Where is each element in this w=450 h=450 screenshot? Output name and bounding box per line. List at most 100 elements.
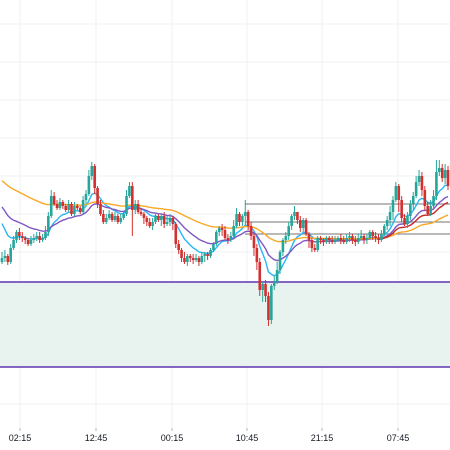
candle [275,262,279,284]
candle [325,236,328,244]
candle-body [232,226,235,236]
candle-body [159,216,163,220]
candle-body [128,186,131,196]
candle-body [391,200,395,212]
candle-body [325,238,328,242]
candle-body [249,226,253,236]
candle-body [3,256,7,258]
candle-body [409,204,412,216]
price-levels [245,203,450,235]
candle [15,230,18,243]
candle [270,284,273,324]
candle-body [64,206,68,210]
candle-body [426,206,430,214]
candle [159,214,163,226]
candle-body [365,238,369,240]
candle-body [9,248,12,262]
candle-body [339,238,343,240]
candle-body [281,240,285,252]
candle [197,256,201,266]
candle [290,214,293,230]
candle [67,200,70,212]
candle [409,200,412,220]
candle-body [49,196,53,216]
candle-body [15,232,18,240]
candle-body [58,202,62,208]
candle-body [432,196,435,206]
candle-body [188,256,192,258]
candle [235,208,238,228]
candle [84,190,88,204]
candle-body [267,296,270,320]
candle-body [113,216,117,220]
candle-body [293,212,296,216]
candle [394,182,398,202]
candle [293,206,296,220]
candle [49,190,53,218]
candle [226,234,230,244]
candle-body [145,218,149,222]
candle-body [403,218,406,224]
candle [435,160,438,200]
candle [188,254,192,262]
candle-body [443,170,447,178]
candle-body [385,220,389,226]
candle [304,218,308,236]
candle-body [104,218,108,222]
candle-body [29,240,33,244]
candle-body [316,238,319,250]
candle-body [435,172,438,196]
candle-body [139,212,143,214]
candle-body [44,232,47,238]
candle-body [235,214,238,226]
candle [339,234,343,244]
candle-body [133,204,137,210]
candle [362,234,366,244]
candle-body [200,256,204,262]
candle-body [264,284,267,296]
candle-body [157,216,160,220]
candle [342,236,346,244]
candle-body [78,208,82,212]
candle-body [93,166,96,188]
candle-body [119,218,123,222]
candle [116,214,120,224]
candle-body [304,220,308,234]
candle-body [226,238,230,240]
candle-body [186,256,189,262]
candle-body [252,236,256,248]
candle [377,234,380,244]
candle [128,182,131,198]
candle [215,230,218,246]
candle [287,222,291,240]
candle [191,254,195,264]
candle [351,234,354,244]
zone-fill [0,282,450,367]
candle [44,226,47,240]
candle [443,164,447,184]
candle-body [18,232,21,236]
candle-body [102,214,105,222]
candle-body [287,226,291,236]
candle-body [261,284,264,290]
candle [58,198,62,210]
candle [194,254,198,262]
chart-canvas[interactable]: 02:15 12:45 00:15 10:45 21:15 07:45 [0,0,450,450]
candle-body [330,240,334,242]
candle-body [345,238,348,242]
candle-body [333,240,337,242]
candle [0,252,4,264]
support-zone [0,281,450,368]
candle-body [55,204,59,208]
candle-body [290,216,293,226]
candle-body [307,234,311,240]
candle-body [322,240,325,242]
candle-body [148,222,152,226]
candle [102,210,105,224]
candle-body [356,238,360,242]
candle [330,236,334,244]
candle [90,162,94,180]
candle-body [154,216,157,222]
candle-body [255,248,259,262]
candle [104,214,108,224]
